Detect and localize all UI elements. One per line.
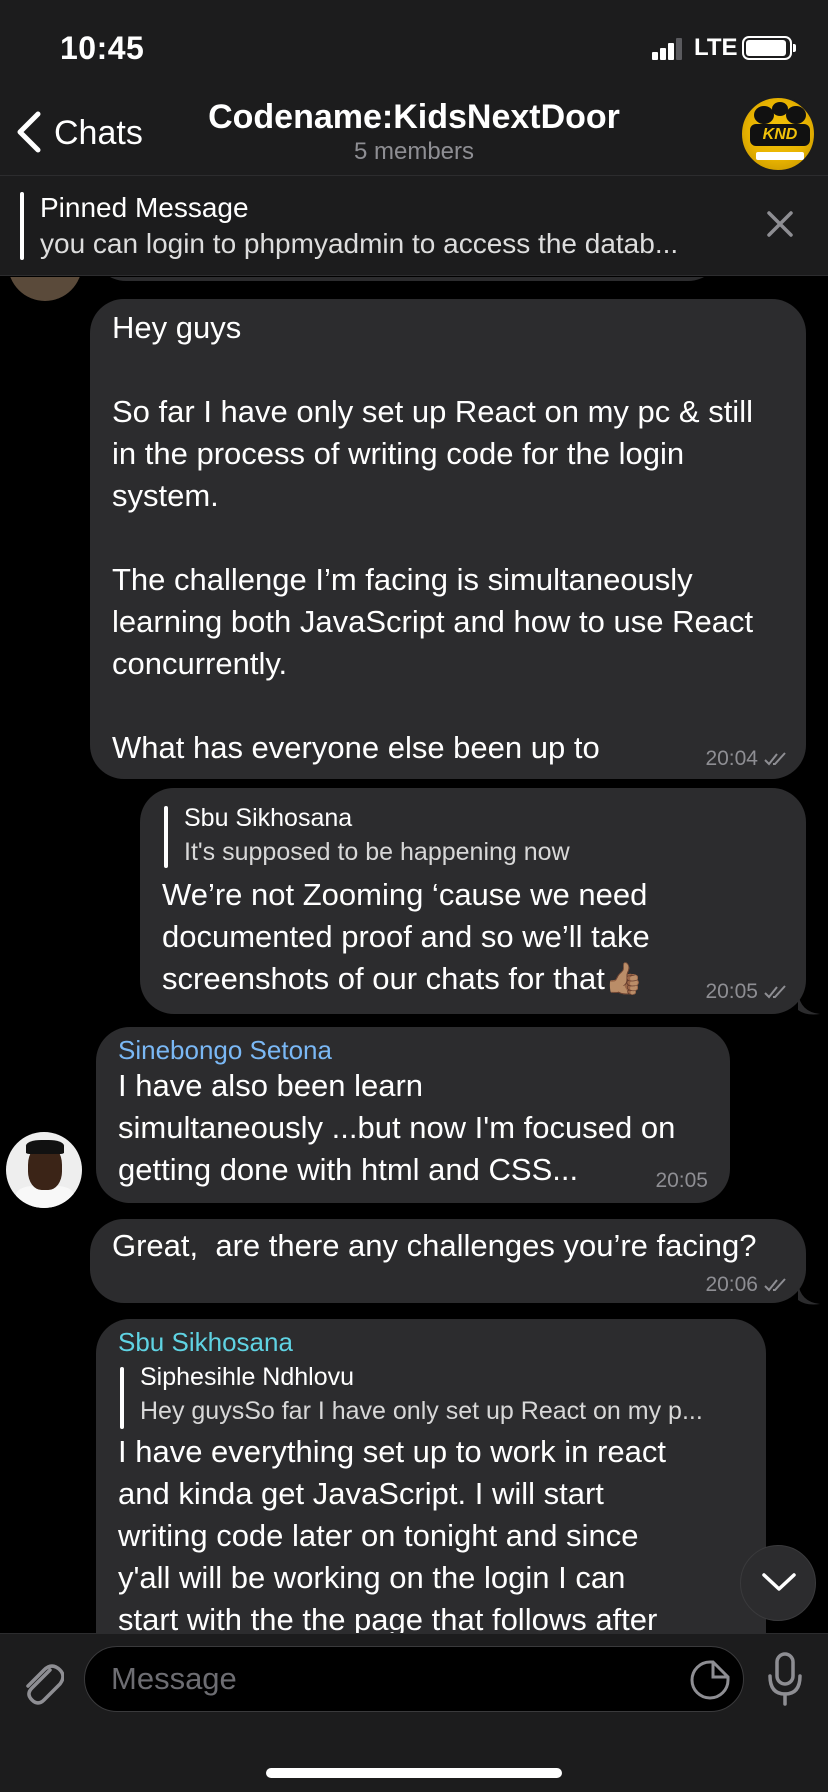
message-text: I have also been learn simultaneously ..… <box>118 1068 676 1187</box>
chat-title[interactable]: Codename:KidsNextDoor <box>0 98 828 137</box>
message-bubble-outgoing[interactable]: Sbu Sikhosana It's supposed to be happen… <box>140 788 806 1014</box>
pinned-title: Pinned Message <box>40 192 249 223</box>
message-text: Hey guys So far I have only set up React… <box>112 310 754 765</box>
home-indicator[interactable] <box>266 1768 562 1778</box>
paperclip-icon[interactable] <box>20 1656 64 1706</box>
member-count: 5 members <box>353 138 475 165</box>
message-bubble-outgoing[interactable]: Great, are there any challenges you’re f… <box>90 1219 806 1303</box>
message-time: 20:04 <box>705 747 758 770</box>
message-text: We’re not Zooming ‘cause we need documen… <box>162 877 650 996</box>
avatar[interactable] <box>6 1132 82 1208</box>
bubble-tail <box>798 992 820 1015</box>
double-check-icon <box>764 1278 786 1292</box>
message-meta: 20:05 <box>655 1169 708 1193</box>
network-label: LTE <box>694 34 738 61</box>
double-check-icon <box>764 985 786 999</box>
reply-indicator <box>164 806 168 868</box>
reply-text: Hey guysSo far I have only set up React … <box>140 1397 703 1425</box>
message-meta: 20:05 <box>705 980 790 1004</box>
close-icon[interactable] <box>762 206 798 242</box>
chat-header: Chats Codename:KidsNextDoor 5 members KN… <box>0 92 828 176</box>
group-avatar-logo: KND <box>750 124 810 146</box>
scroll-down-button[interactable] <box>740 1545 816 1621</box>
signal-icon <box>652 38 684 60</box>
message-bubble <box>92 277 722 281</box>
status-time: 10:45 <box>60 30 145 66</box>
reply-indicator <box>120 1367 124 1429</box>
message-time: 20:06 <box>705 1273 758 1296</box>
reply-sender: Siphesihle Ndhlovu <box>140 1363 355 1391</box>
message-text: I have everything set up to work in reac… <box>118 1434 666 1633</box>
chevron-down-icon <box>762 1573 796 1591</box>
battery-icon <box>742 36 796 60</box>
message-list[interactable]: Hey guys So far I have only set up React… <box>0 277 828 1633</box>
sender-name[interactable]: Sbu Sikhosana <box>118 1327 293 1358</box>
composer <box>0 1633 828 1792</box>
message-text: Great, are there any challenges you’re f… <box>112 1228 757 1263</box>
reply-text: It's supposed to be happening now <box>184 838 570 866</box>
message-bubble-incoming[interactable]: Sinebongo Setona I have also been learn … <box>96 1027 730 1203</box>
message-field[interactable] <box>84 1646 744 1712</box>
group-avatar[interactable]: KND <box>740 96 816 172</box>
message-meta: 20:04 <box>705 747 790 771</box>
sticker-icon[interactable] <box>689 1659 731 1701</box>
message-meta: 20:06 <box>705 1273 790 1297</box>
message-time: 20:05 <box>655 1169 708 1192</box>
pinned-text: you can login to phpmyadmin to access th… <box>40 228 679 259</box>
message-input[interactable] <box>111 1647 671 1711</box>
bubble-tail <box>798 1282 820 1305</box>
double-check-icon <box>764 752 786 766</box>
message-bubble-outgoing[interactable]: Hey guys So far I have only set up React… <box>90 299 806 779</box>
avatar[interactable] <box>8 277 82 301</box>
reply-sender: Sbu Sikhosana <box>184 804 353 832</box>
message-bubble-incoming[interactable]: Sbu Sikhosana Siphesihle Ndhlovu Hey guy… <box>96 1319 766 1633</box>
message-time: 20:05 <box>705 980 758 1003</box>
sender-name[interactable]: Sinebongo Setona <box>118 1035 332 1066</box>
pinned-indicator <box>20 192 24 260</box>
status-bar: 10:45 LTE <box>0 0 828 92</box>
microphone-icon[interactable] <box>766 1652 804 1708</box>
pinned-message-bar[interactable]: Pinned Message you can login to phpmyadm… <box>0 176 828 276</box>
